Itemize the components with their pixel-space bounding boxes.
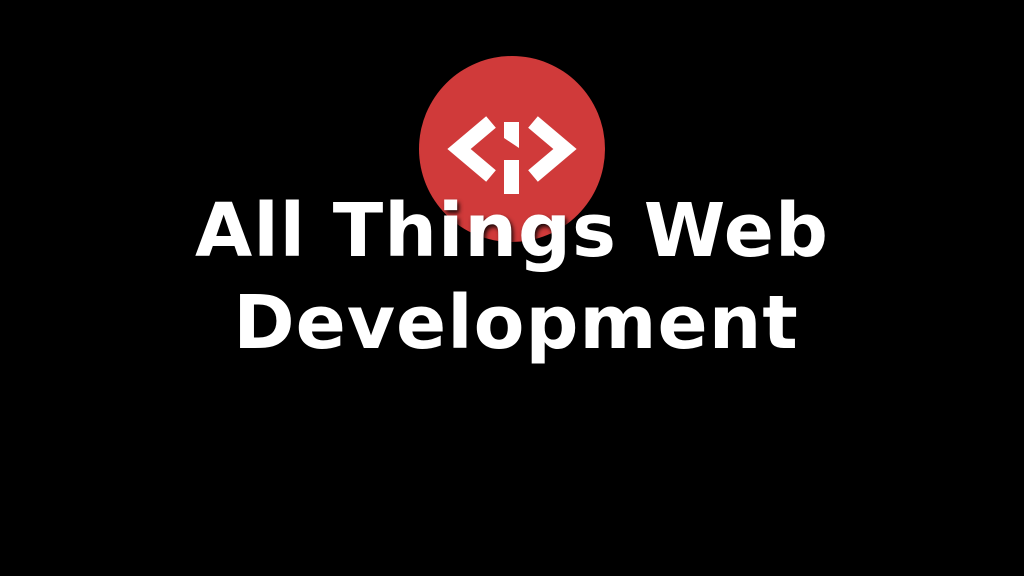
title-card: All Things Web Development <box>0 0 1024 576</box>
title-line-1: All Things Web <box>195 188 829 274</box>
title-line-2: Development <box>233 280 799 366</box>
page-title: All Things Web Development <box>0 185 1024 369</box>
